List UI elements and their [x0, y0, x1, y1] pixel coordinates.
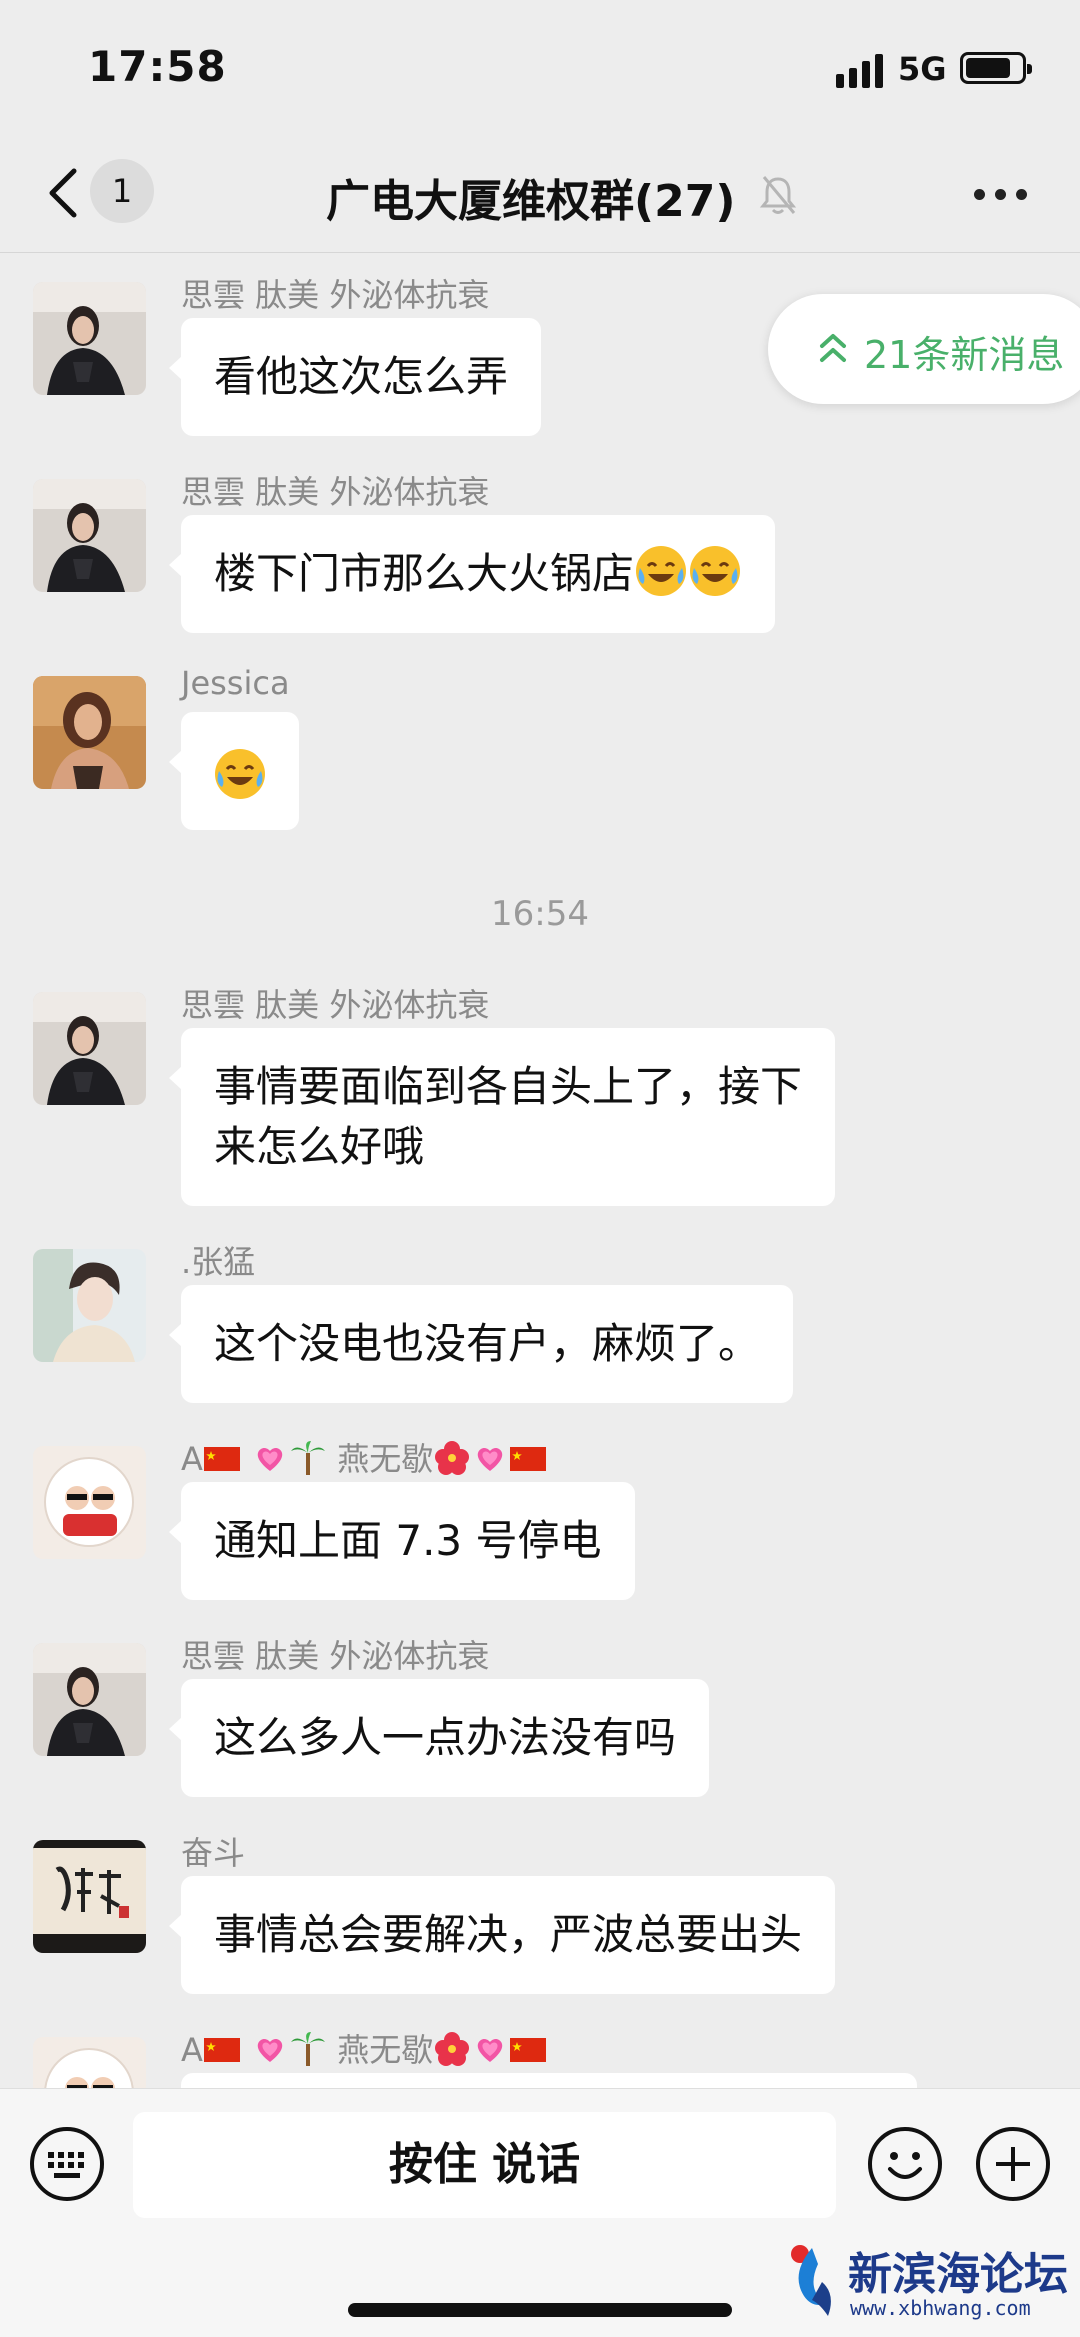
china-flag-icon	[510, 1447, 547, 1471]
sender-name: .张猛	[181, 1243, 256, 1281]
sender-name: 思雲 肽美 外泌体抗衰	[181, 276, 490, 314]
message-bubble[interactable]: 这么多人一点办法没有吗	[168, 1679, 710, 1797]
message-bubble[interactable]: 看他这次怎么弄	[168, 318, 542, 436]
palm-tree-icon	[291, 2032, 326, 2066]
message-text: 事情总会要解决，严波总要出头	[214, 1910, 803, 1959]
status-time: 17:58	[88, 42, 227, 91]
china-flag-icon	[203, 2038, 240, 2062]
laugh-cry-emoji-icon	[690, 546, 741, 596]
laugh-cry-emoji-icon	[636, 546, 687, 596]
sender-name: 奋斗	[181, 1834, 246, 1872]
growing-heart-icon	[478, 2039, 503, 2062]
site-watermark: 新滨海论坛 www.xbhwang.com	[782, 2234, 1080, 2337]
message-text-line: 事情要面临到各自头上了，接下	[214, 1062, 803, 1111]
emoji-smiley-icon[interactable]	[866, 2125, 944, 2203]
message-text: 这个没电也没有户，麻烦了。	[214, 1319, 761, 1368]
message-bubble[interactable]: 楼下门市那么大火锅店	[168, 515, 776, 633]
muted-bell-icon	[759, 176, 797, 214]
sender-name-part: 燕无歇	[337, 1440, 434, 1478]
sender-name: A 燕无歇	[181, 2025, 547, 2071]
sender-name-part: 燕无歇	[337, 2031, 434, 2069]
watermark-title: 新滨海论坛	[848, 2249, 1068, 2300]
message-text-line: 来怎么好哦	[214, 1122, 425, 1171]
avatar[interactable]	[33, 676, 146, 789]
message-text: 这么多人一点办法没有吗	[214, 1713, 677, 1762]
message-bubble[interactable]	[169, 712, 299, 830]
china-flag-icon	[203, 1447, 240, 1471]
time-divider: 16:54	[491, 894, 589, 934]
forum-logo-icon	[791, 2245, 831, 2316]
back-chevron-icon[interactable]	[44, 165, 84, 221]
status-bar: 17:58 5G	[0, 0, 1080, 135]
china-flag-icon	[510, 2038, 547, 2062]
laugh-cry-emoji-icon	[215, 748, 265, 799]
message-bubble[interactable]: 事情总会要解决，严波总要出头	[168, 1876, 836, 1994]
avatar[interactable]	[33, 282, 146, 395]
keyboard-icon[interactable]	[28, 2125, 106, 2203]
hold-to-talk-button[interactable]: 按住 说话	[133, 2112, 836, 2218]
avatar[interactable]	[33, 1446, 146, 1559]
sender-name: A 燕无歇	[181, 1434, 547, 1480]
message-bubble[interactable]: 通知上面 7.3 号停电	[169, 1482, 635, 1600]
watermark-url: www.xbhwang.com	[850, 2296, 1031, 2320]
sender-name-part: A	[181, 1440, 203, 1478]
new-messages-label: 21条新消息	[864, 333, 1065, 377]
cellular-signal-icon	[836, 52, 886, 88]
hibiscus-icon	[435, 2032, 470, 2066]
growing-heart-icon	[257, 1448, 283, 1471]
growing-heart-icon	[257, 2039, 283, 2062]
message-bubble[interactable]: 事情要面临到各自头上了，接下 来怎么好哦	[168, 1028, 836, 1206]
plus-more-icon[interactable]	[974, 2125, 1052, 2203]
new-messages-button[interactable]: 21条新消息	[768, 294, 1080, 404]
avatar[interactable]	[33, 1249, 146, 1362]
message-text: 楼下门市那么大火锅店	[214, 549, 635, 598]
message-list[interactable]: 思雲 肽美 外泌体抗衰 看他这次怎么弄 思雲 肽美 外泌体抗衰 楼下门市那么大火…	[0, 254, 1080, 2088]
avatar[interactable]	[33, 1840, 146, 1953]
sender-name: 思雲 肽美 外泌体抗衰	[181, 1637, 490, 1675]
chat-header: 1 广电大厦维权群(27)	[0, 135, 1080, 253]
network-type: 5G	[898, 50, 947, 88]
sender-name: Jessica	[181, 664, 290, 702]
message-bubble[interactable]: 这个没电也没有户，麻烦了。	[168, 1285, 794, 1403]
sender-name: 思雲 肽美 外泌体抗衰	[181, 473, 490, 511]
unread-count-badge[interactable]: 1	[90, 159, 154, 223]
avatar[interactable]	[33, 2037, 146, 2088]
sender-name: 思雲 肽美 外泌体抗衰	[181, 986, 490, 1024]
double-chevron-up-icon	[820, 334, 846, 362]
battery-icon	[960, 52, 1032, 84]
home-indicator	[348, 2303, 732, 2317]
more-options-icon[interactable]	[974, 189, 1028, 201]
avatar[interactable]	[33, 992, 146, 1105]
message-bubble[interactable]	[181, 2073, 917, 2088]
sender-name-part: A	[181, 2031, 203, 2069]
avatar[interactable]	[33, 479, 146, 592]
hibiscus-icon	[435, 1441, 470, 1475]
message-text: 通知上面 7.3 号停电	[214, 1516, 602, 1565]
growing-heart-icon	[478, 1448, 503, 1471]
avatar[interactable]	[33, 1643, 146, 1756]
palm-tree-icon	[291, 1441, 326, 1475]
message-text: 看他这次怎么弄	[214, 352, 509, 401]
chat-title: 广电大厦维权群(27)	[326, 176, 736, 227]
